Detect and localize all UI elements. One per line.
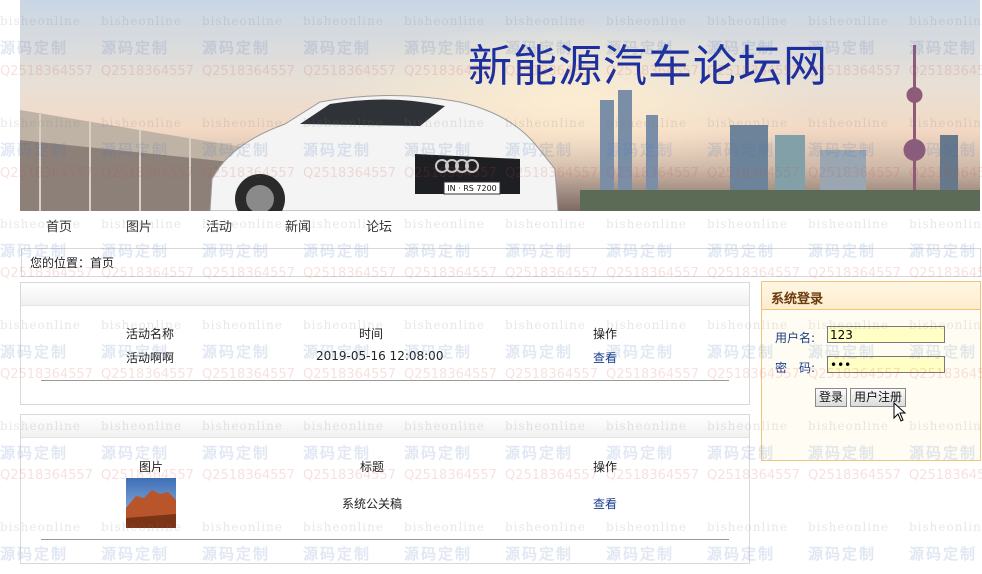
activities-divider	[41, 380, 729, 381]
login-header: 系统登录	[762, 282, 980, 310]
images-col-picture: 图片	[139, 460, 164, 474]
images-divider	[41, 539, 729, 540]
username-input[interactable]	[827, 326, 945, 343]
login-panel: 系统登录 用户名: 密 码: 登录 用户注册	[761, 281, 981, 461]
activities-col-action: 操作	[593, 327, 618, 341]
activities-panel: 活动名称 时间 操作 活动啊啊 2019-05-16 12:08:00 查看	[20, 282, 750, 405]
images-col-title: 标题	[360, 460, 385, 474]
images-col-action: 操作	[593, 460, 618, 474]
activities-col-name: 活动名称	[126, 327, 175, 341]
activities-col-time: 时间	[359, 327, 384, 341]
license-plate: IN · RS 7200	[447, 184, 497, 193]
banner-skyline-image	[580, 45, 980, 211]
activity-view-link[interactable]: 查看	[593, 349, 617, 366]
nav-activities[interactable]: 活动	[206, 216, 232, 235]
header-banner: 新能源汽车论坛网 IN · RS 7200	[20, 0, 980, 211]
login-title: 系统登录	[771, 292, 824, 307]
breadcrumb: 您的位置：首页	[21, 248, 981, 277]
nav-home[interactable]: 首页	[46, 216, 72, 235]
images-panel: 图片 标题 操作 系统公关稿 查看	[20, 414, 750, 564]
activity-time: 2019-05-16 12:08:00	[316, 349, 444, 363]
password-label: 密 码:	[775, 361, 816, 375]
username-label: 用户名:	[775, 331, 816, 345]
breadcrumb-text: 您的位置：首页	[30, 256, 115, 270]
images-panel-header	[21, 415, 749, 438]
nav-news[interactable]: 新闻	[285, 216, 311, 235]
main-nav: 首页 图片 活动 新闻 论坛	[20, 211, 980, 239]
activities-panel-header	[21, 283, 749, 306]
activity-name: 活动啊啊	[126, 351, 175, 365]
image-view-link[interactable]: 查看	[593, 495, 617, 512]
image-thumbnail[interactable]	[126, 478, 176, 528]
nav-forum[interactable]: 论坛	[366, 216, 392, 235]
image-title: 系统公关稿	[342, 497, 403, 511]
mouse-cursor-icon	[893, 402, 907, 422]
banner-car-image: IN · RS 7200	[209, 95, 559, 211]
nav-images[interactable]: 图片	[126, 216, 152, 235]
login-button[interactable]: 登录	[815, 388, 848, 407]
password-input[interactable]	[827, 356, 945, 373]
